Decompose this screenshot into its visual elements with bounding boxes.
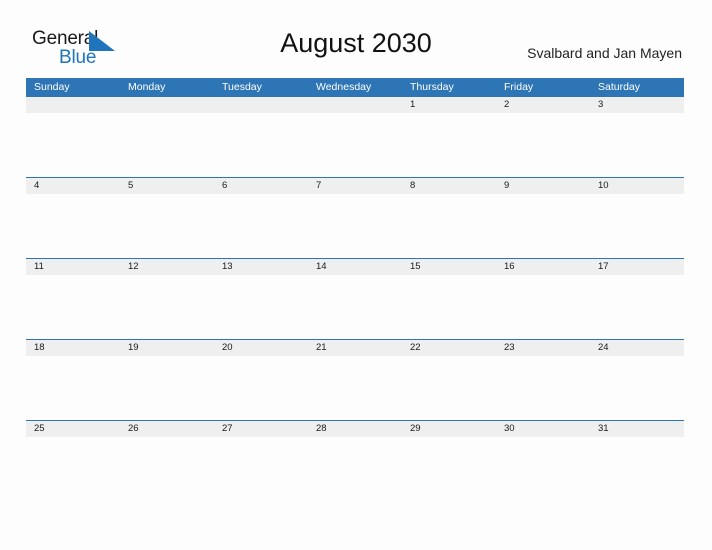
week-note-area[interactable] [26, 113, 684, 177]
weekday-header-thursday: Thursday [410, 81, 454, 93]
day-cell[interactable]: 31 [590, 421, 684, 437]
day-cell[interactable]: 10 [590, 178, 684, 194]
day-cell[interactable]: 28 [308, 421, 402, 437]
day-cell[interactable] [308, 97, 402, 113]
day-cell[interactable]: 5 [120, 178, 214, 194]
day-cell[interactable]: 19 [120, 340, 214, 356]
week-date-band: 18 19 20 21 22 23 24 [26, 339, 684, 356]
day-cell[interactable] [26, 97, 120, 113]
day-cell[interactable]: 8 [402, 178, 496, 194]
day-cell[interactable]: 23 [496, 340, 590, 356]
weekday-header-sunday: Sunday [34, 81, 70, 93]
week-note-area[interactable] [26, 356, 684, 420]
weekday-header-friday: Friday [504, 81, 534, 93]
day-cell[interactable]: 1 [402, 97, 496, 113]
week-note-area[interactable] [26, 437, 684, 501]
day-cell[interactable] [214, 97, 308, 113]
day-cell[interactable]: 17 [590, 259, 684, 275]
week-row: 25 26 27 28 29 30 31 [26, 420, 684, 501]
week-row: 4 5 6 7 8 9 10 [26, 177, 684, 258]
day-cell[interactable]: 26 [120, 421, 214, 437]
day-cell[interactable]: 21 [308, 340, 402, 356]
day-cell[interactable]: 30 [496, 421, 590, 437]
week-row: 18 19 20 21 22 23 24 [26, 339, 684, 420]
day-cell[interactable]: 18 [26, 340, 120, 356]
region-label: Svalbard and Jan Mayen [527, 45, 682, 61]
day-cell[interactable]: 27 [214, 421, 308, 437]
weekday-header-saturday: Saturday [598, 81, 641, 93]
weekday-header-tuesday: Tuesday [222, 81, 262, 93]
weekday-header-row: Sunday Monday Tuesday Wednesday Thursday… [26, 78, 684, 96]
week-row: 1 2 3 [26, 96, 684, 177]
calendar-page: General Blue August 2030 Svalbard and Ja… [0, 0, 712, 550]
week-note-area[interactable] [26, 275, 684, 339]
page-header: General Blue August 2030 Svalbard and Ja… [0, 0, 712, 78]
weekday-header-wednesday: Wednesday [316, 81, 372, 93]
week-row: 11 12 13 14 15 16 17 [26, 258, 684, 339]
day-cell[interactable]: 9 [496, 178, 590, 194]
day-cell[interactable]: 6 [214, 178, 308, 194]
week-date-band: 1 2 3 [26, 96, 684, 113]
day-cell[interactable]: 22 [402, 340, 496, 356]
day-cell[interactable]: 20 [214, 340, 308, 356]
day-cell[interactable]: 13 [214, 259, 308, 275]
day-cell[interactable]: 15 [402, 259, 496, 275]
day-cell[interactable]: 16 [496, 259, 590, 275]
day-cell[interactable]: 12 [120, 259, 214, 275]
day-cell[interactable]: 24 [590, 340, 684, 356]
day-cell[interactable] [120, 97, 214, 113]
week-date-band: 4 5 6 7 8 9 10 [26, 177, 684, 194]
week-date-band: 25 26 27 28 29 30 31 [26, 420, 684, 437]
calendar-grid: Sunday Monday Tuesday Wednesday Thursday… [26, 78, 684, 501]
day-cell[interactable]: 2 [496, 97, 590, 113]
day-cell[interactable]: 25 [26, 421, 120, 437]
week-note-area[interactable] [26, 194, 684, 258]
day-cell[interactable]: 4 [26, 178, 120, 194]
day-cell[interactable]: 14 [308, 259, 402, 275]
week-date-band: 11 12 13 14 15 16 17 [26, 258, 684, 275]
day-cell[interactable]: 7 [308, 178, 402, 194]
day-cell[interactable]: 3 [590, 97, 684, 113]
day-cell[interactable]: 11 [26, 259, 120, 275]
day-cell[interactable]: 29 [402, 421, 496, 437]
weekday-header-monday: Monday [128, 81, 166, 93]
